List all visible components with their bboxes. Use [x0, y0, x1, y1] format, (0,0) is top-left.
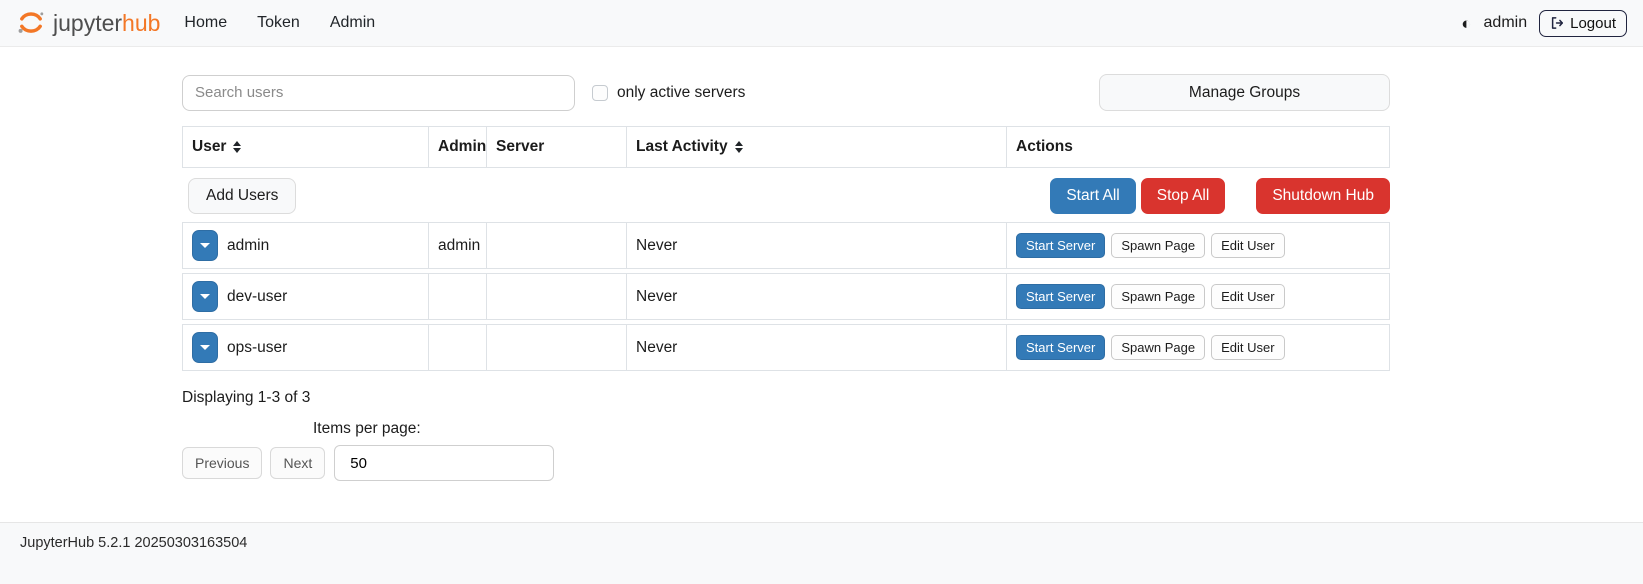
- username: ops-user: [227, 339, 287, 357]
- caret-down-icon: [200, 345, 210, 350]
- header-admin: Admin: [428, 127, 486, 167]
- page-footer: JupyterHub 5.2.1 20250303163504: [0, 522, 1643, 584]
- header-admin-label: Admin: [438, 138, 486, 156]
- current-username: admin: [1484, 14, 1528, 32]
- table-row: admin admin Never Start Server Spawn Pag…: [182, 222, 1390, 269]
- admin-panel: only active servers Manage Groups User A…: [182, 74, 1390, 481]
- edit-user-button[interactable]: Edit User: [1211, 233, 1284, 258]
- bulk-actions: Start All Stop All Shutdown Hub: [1050, 178, 1390, 214]
- sort-icon[interactable]: [735, 141, 743, 153]
- caret-down-icon: [200, 294, 210, 299]
- header-actions: Actions: [1006, 127, 1389, 167]
- stop-all-button[interactable]: Stop All: [1141, 178, 1226, 214]
- logout-icon: [1550, 16, 1564, 30]
- user-cell: admin: [183, 223, 428, 268]
- nav-links: Home Token Admin: [184, 14, 375, 32]
- nav-link-home[interactable]: Home: [184, 14, 227, 32]
- header-last-activity[interactable]: Last Activity: [626, 127, 1006, 167]
- page-size-input[interactable]: [334, 445, 554, 481]
- only-active-checkbox[interactable]: [592, 85, 608, 101]
- spawn-page-button[interactable]: Spawn Page: [1111, 284, 1205, 309]
- username: admin: [227, 237, 269, 255]
- admin-cell: [428, 274, 486, 319]
- server-cell: [486, 325, 626, 370]
- logout-button[interactable]: Logout: [1539, 10, 1627, 37]
- admin-cell: admin: [428, 223, 486, 268]
- last-activity-cell: Never: [626, 274, 1006, 319]
- row-actions: Start Server Spawn Page Edit User: [1006, 325, 1389, 370]
- row-dropdown-toggle[interactable]: [192, 332, 218, 363]
- header-actions-label: Actions: [1016, 138, 1073, 156]
- theme-contrast-icon[interactable]: ◐: [1461, 15, 1471, 32]
- header-server: Server: [486, 127, 626, 167]
- top-navbar: jupyterhub Home Token Admin ◐ admin Logo…: [0, 0, 1643, 47]
- start-server-button[interactable]: Start Server: [1016, 233, 1105, 258]
- table-controls: Add Users Start All Stop All Shutdown Hu…: [182, 172, 1390, 220]
- add-users-button[interactable]: Add Users: [188, 178, 296, 214]
- pagination-controls: Previous Next: [182, 445, 1390, 481]
- search-input[interactable]: [182, 75, 575, 111]
- row-dropdown-toggle[interactable]: [192, 281, 218, 312]
- start-all-button[interactable]: Start All: [1050, 178, 1135, 214]
- username: dev-user: [227, 288, 287, 306]
- brand-wordmark: jupyterhub: [53, 10, 160, 37]
- next-page-button[interactable]: Next: [270, 447, 325, 479]
- nav-link-token[interactable]: Token: [257, 14, 300, 32]
- nav-link-admin[interactable]: Admin: [330, 14, 375, 32]
- user-toolbar: only active servers Manage Groups: [182, 74, 1390, 111]
- server-cell: [486, 223, 626, 268]
- table-row: dev-user Never Start Server Spawn Page E…: [182, 273, 1390, 320]
- header-last-activity-label: Last Activity: [636, 138, 728, 156]
- header-user[interactable]: User: [183, 127, 428, 167]
- items-per-page-label: Items per page:: [313, 420, 1390, 438]
- jupyterhub-logo-icon: [16, 8, 46, 38]
- sort-icon[interactable]: [233, 141, 241, 153]
- user-cell: dev-user: [183, 274, 428, 319]
- header-user-label: User: [192, 138, 226, 156]
- server-cell: [486, 274, 626, 319]
- navbar-right: ◐ admin Logout: [1461, 10, 1627, 37]
- start-server-button[interactable]: Start Server: [1016, 284, 1105, 309]
- last-activity-cell: Never: [626, 223, 1006, 268]
- users-table-header: User Admin Server Last Activity Actions: [182, 126, 1390, 168]
- caret-down-icon: [200, 243, 210, 248]
- row-actions: Start Server Spawn Page Edit User: [1006, 274, 1389, 319]
- only-active-label: only active servers: [617, 84, 745, 102]
- user-cell: ops-user: [183, 325, 428, 370]
- manage-groups-button[interactable]: Manage Groups: [1099, 74, 1390, 111]
- edit-user-button[interactable]: Edit User: [1211, 335, 1284, 360]
- spawn-page-button[interactable]: Spawn Page: [1111, 233, 1205, 258]
- pagination-summary: Displaying 1-3 of 3: [182, 389, 1390, 407]
- only-active-filter: only active servers: [592, 84, 745, 102]
- logout-label: Logout: [1570, 15, 1616, 32]
- row-dropdown-toggle[interactable]: [192, 230, 218, 261]
- last-activity-cell: Never: [626, 325, 1006, 370]
- jupyterhub-admin-page: jupyterhub Home Token Admin ◐ admin Logo…: [0, 0, 1643, 584]
- version-text: JupyterHub 5.2.1 20250303163504: [20, 535, 247, 551]
- previous-page-button[interactable]: Previous: [182, 447, 262, 479]
- row-actions: Start Server Spawn Page Edit User: [1006, 223, 1389, 268]
- spawn-page-button[interactable]: Spawn Page: [1111, 335, 1205, 360]
- header-server-label: Server: [496, 138, 544, 156]
- jupyterhub-logo[interactable]: jupyterhub: [16, 8, 160, 38]
- shutdown-hub-button[interactable]: Shutdown Hub: [1256, 178, 1390, 214]
- edit-user-button[interactable]: Edit User: [1211, 284, 1284, 309]
- admin-cell: [428, 325, 486, 370]
- table-row: ops-user Never Start Server Spawn Page E…: [182, 324, 1390, 371]
- start-server-button[interactable]: Start Server: [1016, 335, 1105, 360]
